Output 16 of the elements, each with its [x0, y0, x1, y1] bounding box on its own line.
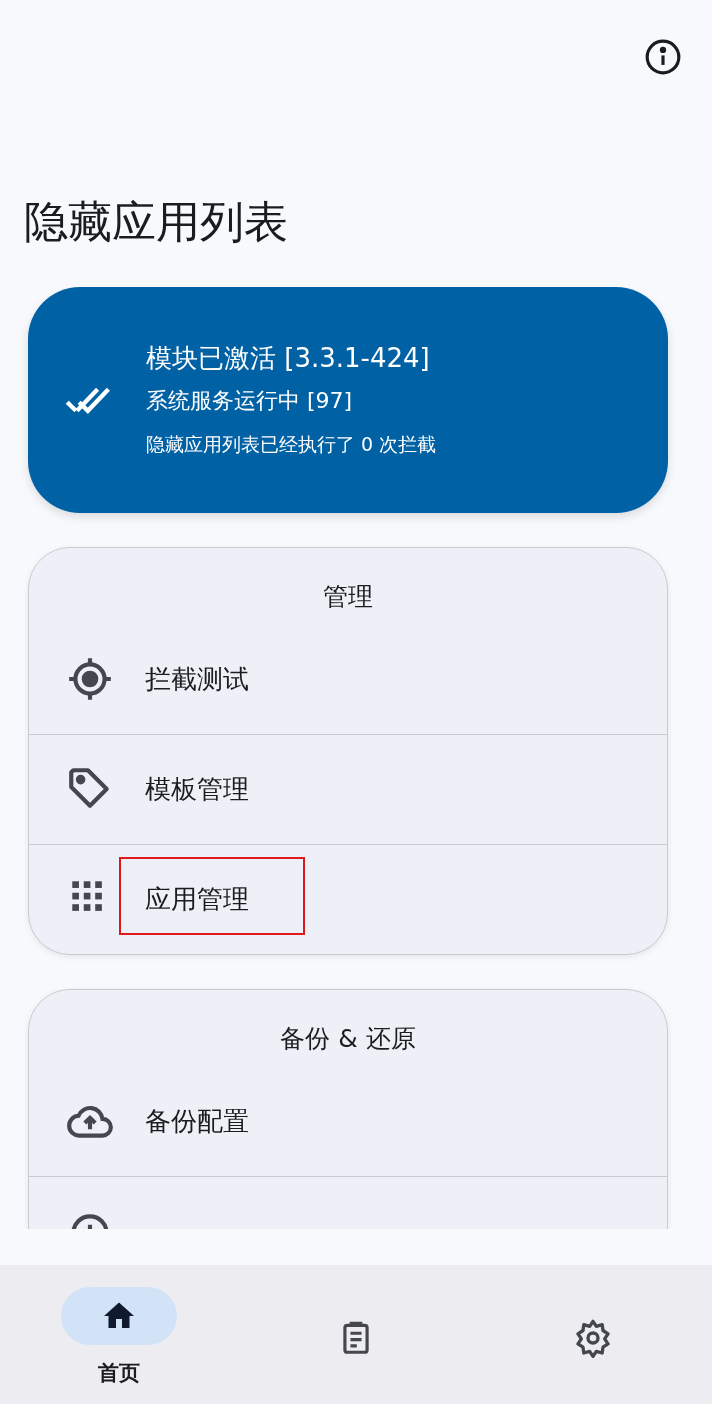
menu-row[interactable]: 模板管理: [29, 734, 667, 845]
menu-item[interactable]: 备份配置: [145, 1103, 249, 1139]
section-header: 备份 & 还原: [279, 1022, 417, 1055]
menu-item[interactable]: 应用管理: [145, 881, 249, 917]
section-header: 管理: [322, 580, 374, 613]
module-status: 模块已激活 [3.3.1-424]: [146, 342, 431, 376]
menu-row[interactable]: 应用管理: [29, 844, 667, 954]
info-icon[interactable]: [644, 38, 682, 76]
nav-label: 首页: [97, 1360, 140, 1387]
menu-item[interactable]: 拦截测试: [145, 661, 249, 697]
intercept-count: 隐藏应用列表已经执行了 0 次拦截: [146, 432, 437, 458]
menu-row[interactable]: 备份配置: [29, 1066, 667, 1177]
menu-item[interactable]: 模板管理: [145, 771, 249, 807]
app-title: 隐藏应用列表: [24, 196, 289, 249]
service-status: 系统服务运行中 [97]: [146, 387, 354, 416]
menu-row[interactable]: 拦截测试: [29, 624, 667, 735]
